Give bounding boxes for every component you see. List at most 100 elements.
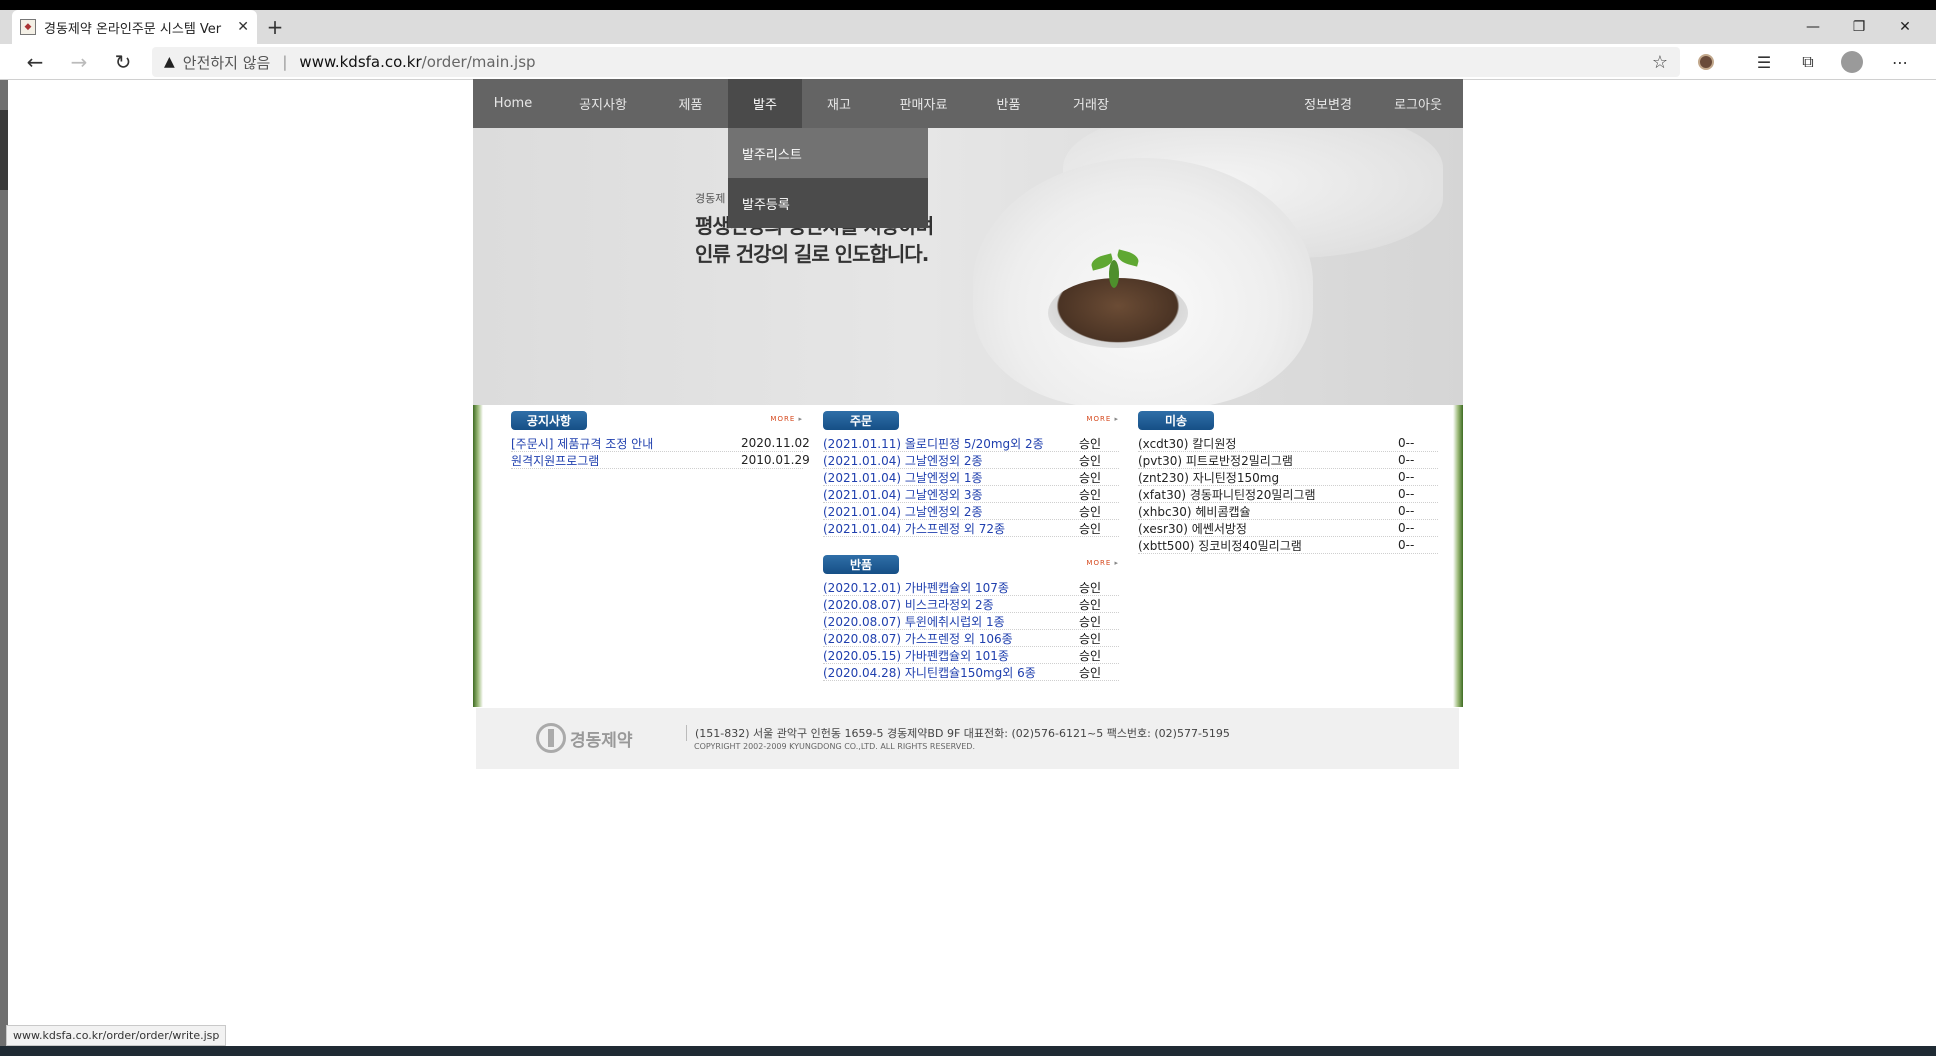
notice-title-link[interactable]: 원격지원프로그램 xyxy=(511,452,741,469)
list-item[interactable]: (2021.01.04) 그날엔정외 2종 승인 xyxy=(823,503,1119,520)
return-link[interactable]: (2020.05.15) 가바펜캡슐외 101종 xyxy=(823,647,1079,664)
address-bar[interactable]: ▲ 안전하지 않음 | www.kdsfa.co.kr /order/main.… xyxy=(152,47,1680,77)
order-status: 승인 xyxy=(1079,521,1102,536)
list-item[interactable]: (2020.05.15) 가바펜캡슐외 101종 승인 xyxy=(823,647,1119,664)
return-link[interactable]: (2020.08.07) 투윈에취시럽외 1종 xyxy=(823,613,1079,630)
window-frame xyxy=(0,0,1936,10)
return-link[interactable]: (2020.12.01) 가바펜캡슐외 107종 xyxy=(823,579,1079,596)
orders-more-link[interactable]: MORE ▸ xyxy=(1086,415,1119,423)
product-qty: 0-- xyxy=(1398,470,1415,484)
list-item[interactable]: (2021.01.04) 그날엔정외 3종 승인 xyxy=(823,486,1119,503)
browser-tab[interactable]: ◆ 경동제약 온라인주문 시스템 Ver ✕ xyxy=(12,10,257,44)
nav-edit-info[interactable]: 정보변경 xyxy=(1283,79,1373,128)
reload-icon[interactable]: ↻ xyxy=(108,48,138,76)
nav-order[interactable]: 발주 xyxy=(728,79,802,128)
list-item[interactable]: 원격지원프로그램 2010.01.29 xyxy=(511,452,810,469)
footer-copyright: COPYRIGHT 2002-2009 KYUNGDONG CO.,LTD. A… xyxy=(694,742,975,751)
url-path: /order/main.jsp xyxy=(421,53,536,71)
tab-close-icon[interactable]: ✕ xyxy=(237,19,249,35)
product-qty: 0-- xyxy=(1398,436,1415,450)
list-item: (xhbc30) 헤비콤캡슐 0-- xyxy=(1138,503,1438,520)
notice-more-link[interactable]: MORE ▸ xyxy=(770,415,803,423)
return-status: 승인 xyxy=(1079,580,1102,595)
return-status: 승인 xyxy=(1079,597,1102,612)
nav-ledger[interactable]: 거래장 xyxy=(1046,79,1136,128)
extension-icon[interactable] xyxy=(1692,50,1720,74)
order-link[interactable]: (2021.01.04) 그날엔정외 1종 xyxy=(823,469,1079,486)
notice-date: 2020.11.02 xyxy=(741,436,810,450)
logo-mark-icon xyxy=(536,723,566,753)
hero-caption: 경동제 xyxy=(695,192,726,205)
order-link[interactable]: (2021.01.04) 그날엔정외 3종 xyxy=(823,486,1079,503)
return-status: 승인 xyxy=(1079,648,1102,663)
sprout-image xyxy=(1109,260,1119,288)
list-item[interactable]: (2021.01.11) 올로디핀정 5/20mg외 2종 승인 xyxy=(823,435,1119,452)
order-link[interactable]: (2021.01.04) 그날엔정외 2종 xyxy=(823,452,1079,469)
nav-returns[interactable]: 반품 xyxy=(971,79,1046,128)
submenu-order-register[interactable]: 발주등록 xyxy=(728,178,928,228)
new-tab-button[interactable]: + xyxy=(262,14,288,40)
order-status: 승인 xyxy=(1079,504,1102,519)
restore-icon[interactable]: ❐ xyxy=(1836,10,1882,44)
product-qty: 0-- xyxy=(1398,504,1415,518)
list-item: (znt230) 자니틴정150mg 0-- xyxy=(1138,469,1438,486)
order-link[interactable]: (2021.01.11) 올로디핀정 5/20mg외 2종 xyxy=(823,435,1079,452)
profile-icon[interactable] xyxy=(1838,50,1866,74)
undelivered-panel: 미송 (xcdt30) 칼디원정 0-- (pvt30) 피트로반정2밀리그램 0-… xyxy=(1138,411,1438,554)
order-status: 승인 xyxy=(1079,487,1102,502)
list-item[interactable]: (2020.08.07) 가스프렌정 외 106종 승인 xyxy=(823,630,1119,647)
return-link[interactable]: (2020.08.07) 비스크라정외 2종 xyxy=(823,596,1079,613)
forward-icon[interactable]: → xyxy=(64,48,94,76)
list-item: (pvt30) 피트로반정2밀리그램 0-- xyxy=(1138,452,1438,469)
product-qty: 0-- xyxy=(1398,538,1415,552)
url-host: www.kdsfa.co.kr xyxy=(299,53,422,71)
favorites-list-icon[interactable]: ☰ xyxy=(1750,50,1778,74)
notice-panel: 공지사항 MORE ▸ [주문시] 제품규격 조정 안내 2020.11.02 … xyxy=(511,411,810,469)
product-name: (xfat30) 경동파니틴정20밀리그램 xyxy=(1138,487,1316,502)
returns-more-link[interactable]: MORE ▸ xyxy=(1086,559,1119,567)
favorite-star-icon[interactable]: ☆ xyxy=(1652,52,1668,73)
order-link[interactable]: (2021.01.04) 그날엔정외 2종 xyxy=(823,503,1079,520)
warning-icon: ▲ xyxy=(164,54,175,70)
product-name: (xcdt30) 칼디원정 xyxy=(1138,436,1237,451)
order-status: 승인 xyxy=(1079,470,1102,485)
nav-sales-data[interactable]: 판매자료 xyxy=(876,79,971,128)
return-link[interactable]: (2020.08.07) 가스프렌정 외 106종 xyxy=(823,630,1079,647)
list-item[interactable]: (2021.01.04) 그날엔정외 2종 승인 xyxy=(823,452,1119,469)
list-item[interactable]: (2021.01.04) 그날엔정외 1종 승인 xyxy=(823,469,1119,486)
list-item[interactable]: (2020.08.07) 비스크라정외 2종 승인 xyxy=(823,596,1119,613)
list-item: (xbtt500) 징코비정40밀리그램 0-- xyxy=(1138,537,1438,554)
window-close-icon[interactable]: ✕ xyxy=(1882,10,1928,44)
order-link[interactable]: (2021.01.04) 가스프렌정 외 72종 xyxy=(823,520,1079,537)
list-item[interactable]: (2020.04.28) 자니틴캡슐150mg외 6종 승인 xyxy=(823,664,1119,681)
nav-products[interactable]: 제품 xyxy=(653,79,728,128)
list-item[interactable]: (2020.12.01) 가바펜캡슐외 107종 승인 xyxy=(823,579,1119,596)
list-item: (xcdt30) 칼디원정 0-- xyxy=(1138,435,1438,452)
nav-stock[interactable]: 재고 xyxy=(802,79,876,128)
nav-notice[interactable]: 공지사항 xyxy=(553,79,653,128)
submenu-order-list[interactable]: 발주리스트 xyxy=(728,128,928,178)
notice-title-link[interactable]: [주문시] 제품규격 조정 안내 xyxy=(511,435,741,452)
tab-title: 경동제약 온라인주문 시스템 Ver xyxy=(44,21,222,37)
favicon-icon: ◆ xyxy=(20,19,36,35)
soil-dish-image xyxy=(1048,278,1188,348)
security-label[interactable]: 안전하지 않음 xyxy=(183,52,271,73)
minimize-icon[interactable]: — xyxy=(1790,10,1836,44)
product-name: (pvt30) 피트로반정2밀리그램 xyxy=(1138,453,1293,468)
list-item: (xfat30) 경동파니틴정20밀리그램 0-- xyxy=(1138,486,1438,503)
collections-icon[interactable]: ⧉ xyxy=(1794,50,1822,74)
nav-logout[interactable]: 로그아웃 xyxy=(1373,79,1463,128)
divider: | xyxy=(282,53,288,71)
product-name: (xhbc30) 헤비콤캡슐 xyxy=(1138,504,1251,519)
list-item[interactable]: [주문시] 제품규격 조정 안내 2020.11.02 xyxy=(511,435,810,452)
product-name: (xbtt500) 징코비정40밀리그램 xyxy=(1138,538,1302,553)
return-status: 승인 xyxy=(1079,614,1102,629)
more-menu-icon[interactable]: ⋯ xyxy=(1886,50,1914,74)
list-item[interactable]: (2021.01.04) 가스프렌정 외 72종 승인 xyxy=(823,520,1119,537)
nav-home[interactable]: Home xyxy=(473,79,553,128)
back-icon[interactable]: ← xyxy=(20,48,50,76)
list-item[interactable]: (2020.08.07) 투윈에취시럽외 1종 승인 xyxy=(823,613,1119,630)
product-qty: 0-- xyxy=(1398,521,1415,535)
return-link[interactable]: (2020.04.28) 자니틴캡슐150mg외 6종 xyxy=(823,664,1079,681)
product-name: (xesr30) 에쎈서방정 xyxy=(1138,521,1247,536)
